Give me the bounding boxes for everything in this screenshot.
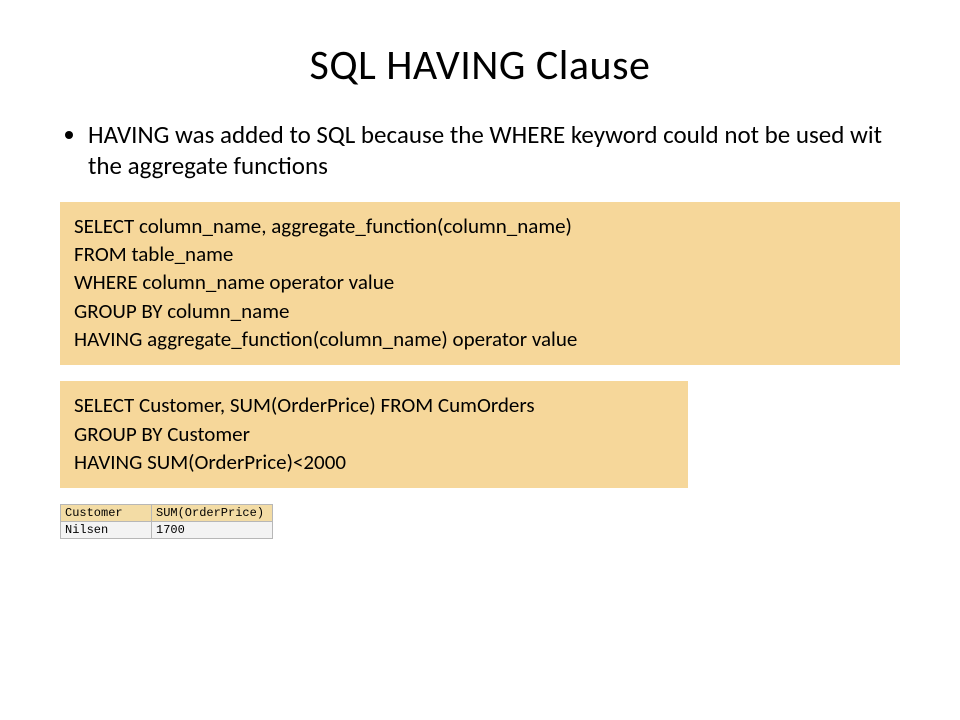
table-header-cell: SUM(OrderPrice) (152, 505, 273, 522)
code-line: GROUP BY column_name (74, 297, 886, 325)
slide: SQL HAVING Clause HAVING was added to SQ… (0, 0, 960, 720)
code-line: HAVING SUM(OrderPrice)<2000 (74, 448, 674, 476)
table-header-row: Customer SUM(OrderPrice) (61, 505, 273, 522)
code-line: FROM table_name (74, 240, 886, 268)
table-row: Nilsen 1700 (61, 522, 273, 539)
syntax-codebox: SELECT column_name, aggregate_function(c… (60, 202, 900, 366)
code-line: HAVING aggregate_function(column_name) o… (74, 325, 886, 353)
slide-title: SQL HAVING Clause (60, 40, 900, 91)
bullet-list: HAVING was added to SQL because the WHER… (60, 119, 900, 182)
code-line: WHERE column_name operator value (74, 268, 886, 296)
bullet-item: HAVING was added to SQL because the WHER… (88, 119, 900, 182)
result-table: Customer SUM(OrderPrice) Nilsen 1700 (60, 504, 273, 539)
table-header-cell: Customer (61, 505, 152, 522)
example-codebox: SELECT Customer, SUM(OrderPrice) FROM Cu… (60, 381, 688, 488)
code-line: GROUP BY Customer (74, 420, 674, 448)
code-line: SELECT Customer, SUM(OrderPrice) FROM Cu… (74, 391, 674, 419)
code-line: SELECT column_name, aggregate_function(c… (74, 212, 886, 240)
table-cell: Nilsen (61, 522, 152, 539)
table-cell: 1700 (152, 522, 273, 539)
